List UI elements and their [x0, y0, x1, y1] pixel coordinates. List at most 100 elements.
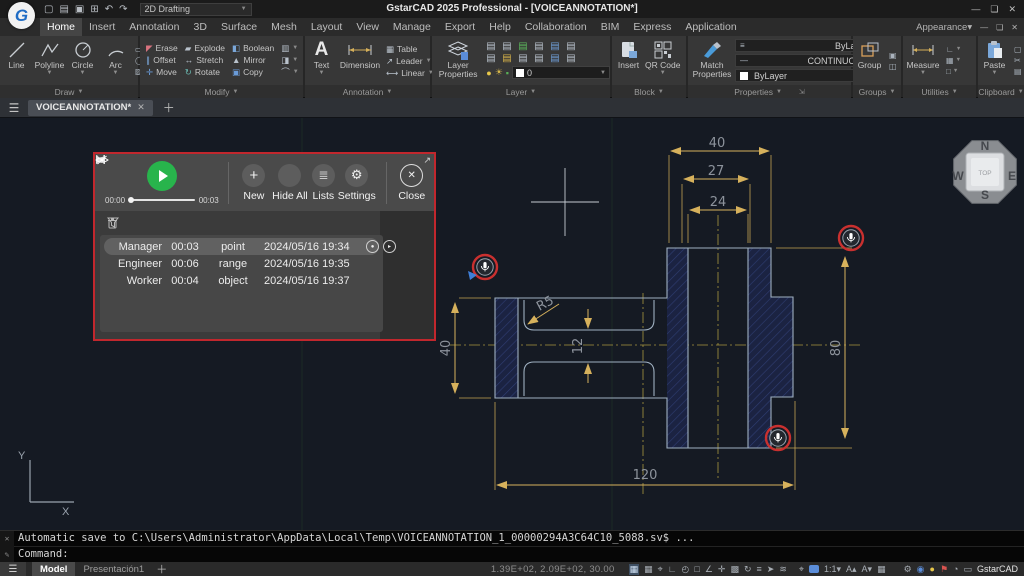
- viewcube-top[interactable]: TOP: [978, 170, 991, 177]
- polar-toggle-icon[interactable]: ◴: [682, 564, 690, 575]
- layer-tool-icon[interactable]: ▤: [518, 42, 532, 52]
- ungroup-icon[interactable]: ◫: [889, 62, 897, 71]
- panel-footer-block[interactable]: Block▼: [612, 85, 686, 98]
- play-button[interactable]: [147, 161, 177, 191]
- close-icon[interactable]: ✕: [1008, 4, 1016, 15]
- view-cube[interactable]: N S W E TOP: [952, 139, 1016, 203]
- undo-icon[interactable]: ↶: [105, 4, 113, 15]
- doc-restore-icon[interactable]: ❏: [996, 23, 1003, 32]
- id-point-icon[interactable]: □ ▼: [946, 67, 961, 76]
- cmd-edit-icon[interactable]: ✎: [5, 550, 10, 559]
- osnap-toggle-icon[interactable]: □: [694, 564, 699, 574]
- auto-scale-icon[interactable]: A▾: [862, 564, 873, 575]
- layer-tool-icon[interactable]: ▤: [534, 54, 548, 64]
- new-file-icon[interactable]: ▢: [44, 4, 53, 15]
- text-button[interactable]: A Text▼: [305, 36, 338, 85]
- lineweight-toggle-icon[interactable]: ≡: [757, 564, 762, 574]
- annotation-row-manager[interactable]: Manager 00:03 point 2024/05/16 19:34 ● ▸: [104, 238, 379, 255]
- tab-3d[interactable]: 3D: [187, 18, 214, 36]
- isodraft-icon[interactable]: ≋: [779, 564, 787, 575]
- layer-dropdown[interactable]: 0 ▼: [512, 66, 610, 79]
- offset-button[interactable]: ∥Offset: [146, 55, 178, 66]
- layout-tab[interactable]: Presentación1: [75, 564, 152, 575]
- chat-icon[interactable]: [809, 565, 819, 573]
- dialog-launcher-icon[interactable]: ⇲: [799, 88, 805, 96]
- tab-close-icon[interactable]: ✕: [137, 102, 145, 113]
- model-tab[interactable]: Model: [32, 562, 75, 576]
- layer-unlock-icon[interactable]: ▪: [506, 68, 509, 78]
- layer-tool-icon[interactable]: ▤: [518, 54, 532, 64]
- tab-help[interactable]: Help: [482, 18, 518, 36]
- leader-button[interactable]: ↗Leader▼: [386, 56, 434, 66]
- locate-icon[interactable]: ●: [366, 240, 379, 253]
- angle-snap-icon[interactable]: ∠: [705, 564, 713, 575]
- panel-footer-annotation[interactable]: Annotation▼: [305, 85, 430, 98]
- move-button[interactable]: ✛Move: [146, 67, 178, 78]
- layer-tool-icon[interactable]: ▤: [502, 54, 516, 64]
- redo-icon[interactable]: ↷: [119, 4, 127, 15]
- panel-footer-clipboard[interactable]: Clipboard▼: [978, 85, 1024, 98]
- dyn-ucs-icon[interactable]: ▩: [730, 564, 739, 575]
- annotation-row-engineer[interactable]: Engineer 00:06 range 2024/05/16 19:35: [104, 255, 379, 272]
- clean-screen-icon[interactable]: ▭: [963, 564, 972, 575]
- match-properties-button[interactable]: Match Properties: [691, 36, 733, 85]
- expand-icon[interactable]: ↗: [423, 155, 431, 166]
- layer-tool-icon[interactable]: ▤: [550, 42, 564, 52]
- bulb-icon[interactable]: ●: [930, 564, 935, 574]
- settings-gear-icon[interactable]: ⚙: [904, 564, 912, 575]
- tab-surface[interactable]: Surface: [214, 18, 264, 36]
- otrack-toggle-icon[interactable]: ✛: [718, 564, 726, 575]
- tab-list-menu-icon[interactable]: ☰: [0, 101, 28, 115]
- arc-button[interactable]: Arc▼: [99, 36, 132, 85]
- rotate-button[interactable]: ↻Rotate: [185, 67, 225, 78]
- dimension-button[interactable]: Dimension: [338, 36, 382, 85]
- layer-tool-icon[interactable]: ▤: [486, 42, 500, 52]
- annotation-visibility-icon[interactable]: A▴: [846, 564, 857, 575]
- gstarcad-logo-icon[interactable]: G: [8, 2, 35, 29]
- boolean-button[interactable]: ◧Boolean: [232, 43, 274, 54]
- layer-on-icon[interactable]: ●: [486, 68, 491, 78]
- annotation-row-worker[interactable]: Worker 00:04 object 2024/05/16 19:37: [104, 272, 379, 289]
- document-tab[interactable]: VOICEANNOTATION* ✕: [28, 100, 153, 116]
- flag-icon[interactable]: ⚑: [940, 564, 948, 575]
- linear-button[interactable]: ⟷Linear▼: [386, 68, 434, 78]
- select-cycle-icon[interactable]: ➤: [767, 564, 775, 575]
- layer-thaw-icon[interactable]: ☀: [495, 67, 503, 78]
- cut-icon[interactable]: ✂: [1014, 56, 1022, 65]
- fillet-button[interactable]: ◨▼: [281, 55, 298, 66]
- restore-icon[interactable]: ❏: [990, 4, 998, 15]
- array-button[interactable]: ▥▼: [281, 43, 298, 54]
- layer-tool-icon[interactable]: ▤: [566, 42, 580, 52]
- command-prompt[interactable]: Command:: [14, 547, 1024, 562]
- layer-properties-button[interactable]: Layer Properties: [432, 36, 484, 85]
- voice-marker-2[interactable]: [839, 226, 863, 250]
- tab-export[interactable]: Export: [438, 18, 482, 36]
- doc-minimize-icon[interactable]: —: [980, 23, 988, 32]
- paste-button[interactable]: Paste▼: [978, 36, 1011, 85]
- save-icon[interactable]: ▣: [75, 4, 84, 15]
- voice-marker-3[interactable]: [766, 426, 790, 450]
- panel-footer-layer[interactable]: Layer▼: [432, 85, 610, 98]
- lists-button[interactable]: ≣ Lists: [310, 164, 337, 202]
- viewcube-south[interactable]: S: [981, 188, 989, 202]
- tab-bim[interactable]: BIM: [594, 18, 627, 36]
- stretch-button[interactable]: ↔Stretch: [185, 55, 225, 66]
- copy-clip-icon[interactable]: ▢: [1014, 45, 1022, 54]
- status-menu-icon[interactable]: ☰: [0, 562, 26, 576]
- quick-select-icon[interactable]: ∟ ▼: [946, 45, 961, 54]
- layer-tool-icon[interactable]: ▤: [502, 42, 516, 52]
- new-annotation-button[interactable]: + New: [238, 164, 270, 202]
- tab-layout[interactable]: Layout: [304, 18, 350, 36]
- line-button[interactable]: Line: [0, 36, 33, 85]
- polyline-button[interactable]: Polyline▼: [33, 36, 66, 85]
- viewcube-east[interactable]: E: [1008, 169, 1016, 183]
- circle-button[interactable]: Circle▼: [66, 36, 99, 85]
- explode-button[interactable]: ▰Explode: [185, 43, 225, 54]
- group-button[interactable]: Group: [853, 36, 886, 85]
- viewcube-north[interactable]: N: [981, 139, 990, 153]
- panel-footer-properties[interactable]: Properties▼⇲: [688, 85, 851, 98]
- tab-insert[interactable]: Insert: [82, 18, 122, 36]
- tab-express[interactable]: Express: [626, 18, 678, 36]
- progress-slider[interactable]: [129, 199, 195, 201]
- cmd-close-icon[interactable]: ✕: [5, 534, 10, 543]
